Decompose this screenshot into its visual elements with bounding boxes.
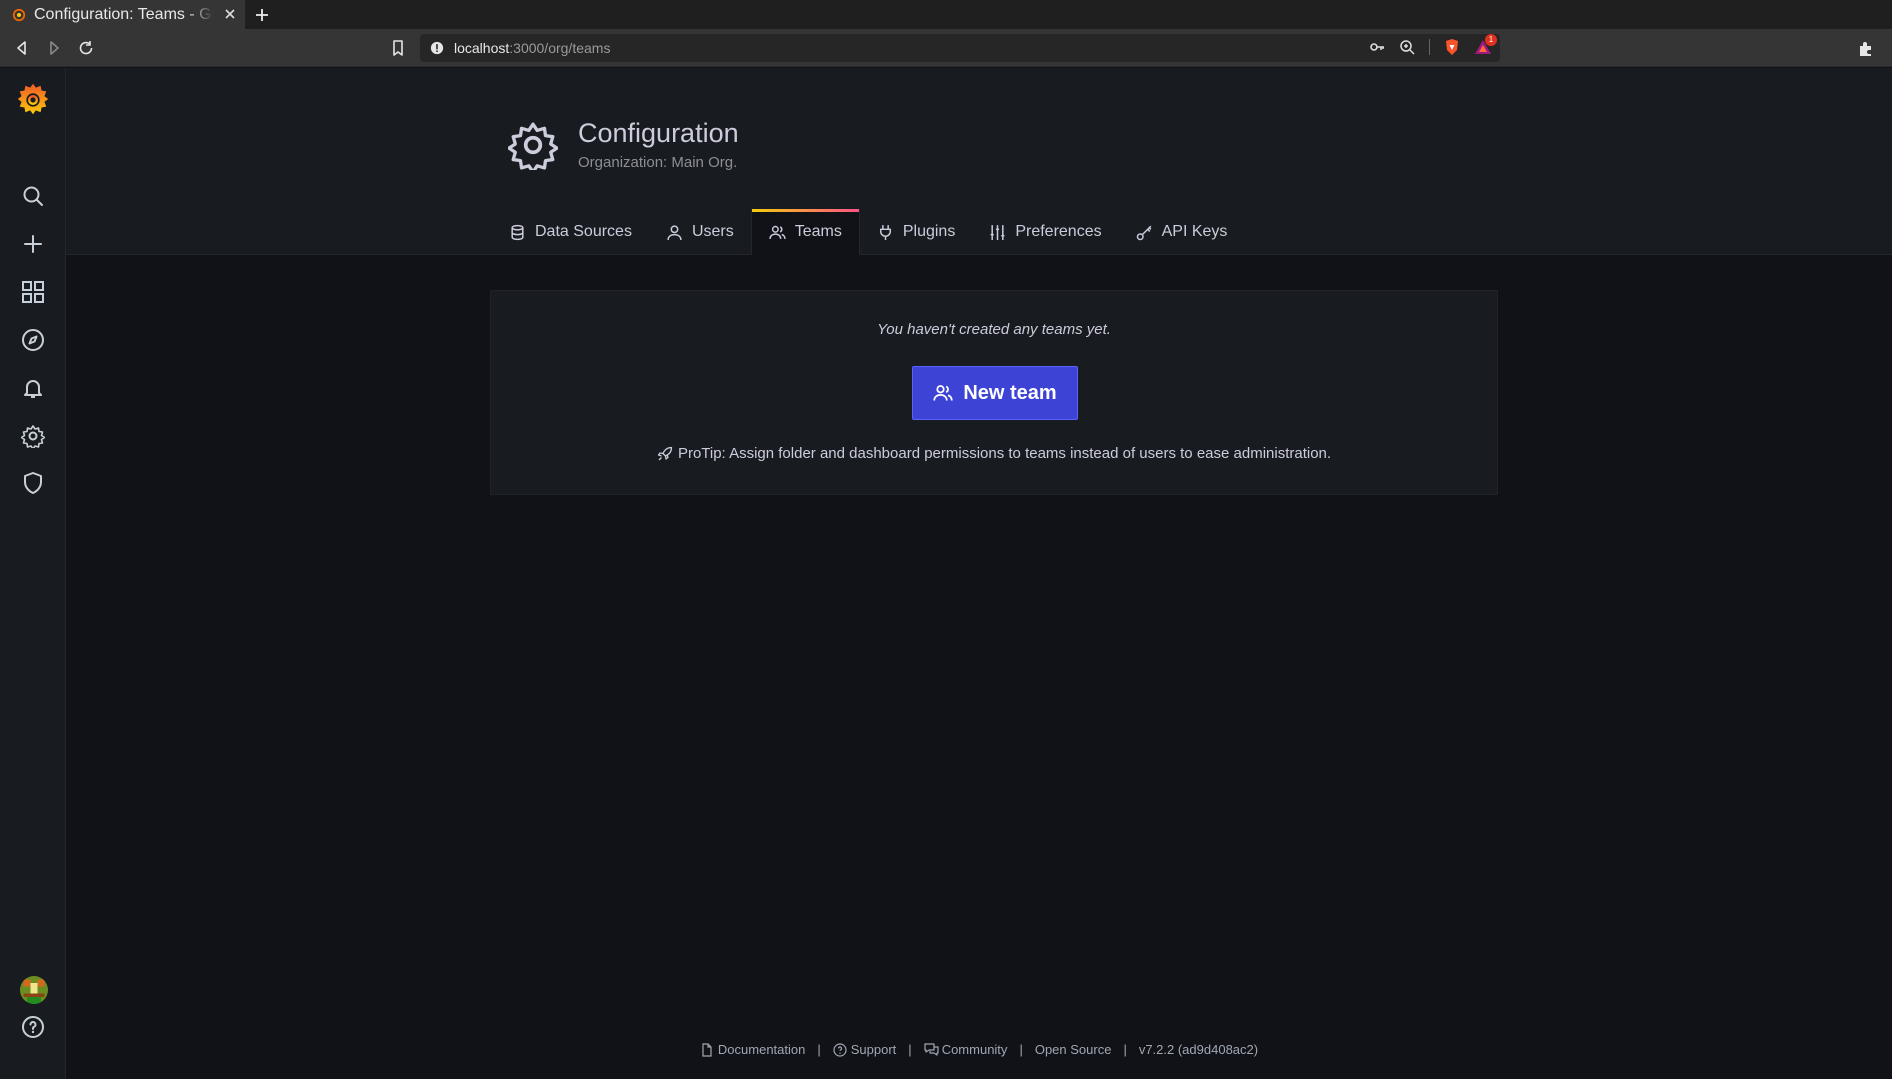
key-icon[interactable] — [1369, 39, 1385, 55]
footer: Documentation | Support | Community | Op… — [66, 1042, 1892, 1057]
sliders-icon — [989, 224, 1006, 241]
footer-open-source-link[interactable]: Open Source — [1035, 1042, 1112, 1057]
users-icon — [933, 383, 953, 403]
rocket-icon — [657, 446, 673, 462]
browser-tabstrip: Configuration: Teams - Grafana — [0, 0, 1892, 29]
footer-documentation-label: Documentation — [717, 1042, 806, 1057]
footer-separator: | — [908, 1042, 912, 1057]
footer-support-label: Support — [850, 1042, 897, 1057]
footer-documentation-link[interactable]: Documentation — [700, 1042, 805, 1057]
create-plus-icon[interactable] — [18, 229, 48, 259]
empty-message: You haven't created any teams yet. — [877, 321, 1111, 338]
protip: ProTip: Assign folder and dashboard perm… — [491, 445, 1497, 462]
tab-teams[interactable]: Teams — [750, 209, 860, 255]
address-bar[interactable]: localhost:3000/org/teams 1 — [420, 34, 1500, 62]
footer-separator: | — [1019, 1042, 1023, 1057]
configuration-header-gear-icon — [508, 120, 558, 170]
tab-label: Data Sources — [535, 223, 632, 240]
footer-version: v7.2.2 (ad9d408ac2) — [1139, 1042, 1258, 1057]
new-tab-icon[interactable] — [252, 5, 272, 25]
document-icon — [700, 1042, 714, 1057]
explore-compass-icon[interactable] — [18, 325, 48, 355]
url-text: localhost:3000/org/teams — [454, 40, 611, 56]
protip-text: ProTip: Assign folder and dashboard perm… — [677, 445, 1332, 462]
new-team-button[interactable]: New team — [912, 366, 1078, 420]
page-title: Configuration — [578, 118, 739, 148]
tab-preferences[interactable]: Preferences — [972, 209, 1118, 255]
grafana-logo-icon[interactable] — [14, 80, 52, 118]
tab-label: Plugins — [902, 223, 956, 240]
plug-icon — [877, 224, 894, 241]
tab-label: Teams — [794, 223, 842, 240]
server-admin-shield-icon[interactable] — [18, 468, 48, 498]
footer-community-label: Community — [941, 1042, 1008, 1057]
grafana-favicon-icon — [12, 8, 26, 22]
rewards-badge: 1 — [1485, 34, 1497, 46]
dashboards-icon[interactable] — [18, 277, 48, 307]
empty-list-cta: You haven't created any teams yet. New t… — [490, 290, 1498, 495]
site-info-icon[interactable] — [430, 41, 444, 55]
user-icon — [666, 224, 683, 241]
footer-support-link[interactable]: Support — [833, 1042, 897, 1057]
forward-icon[interactable] — [44, 38, 64, 58]
tab-data-sources[interactable]: Data Sources — [492, 209, 649, 255]
browser-tab-title: Configuration: Teams - Grafana — [34, 5, 214, 23]
footer-open-source-label: Open Source — [1034, 1042, 1112, 1057]
zoom-icon[interactable] — [1399, 39, 1415, 55]
tab-label: Users — [691, 223, 734, 240]
question-circle-icon — [833, 1042, 847, 1057]
key-icon — [1136, 224, 1153, 241]
extensions-icon[interactable] — [1856, 38, 1876, 58]
users-icon — [769, 224, 786, 241]
brave-shield-icon[interactable] — [1444, 38, 1460, 56]
new-team-label: New team — [963, 381, 1057, 404]
bookmark-icon[interactable] — [388, 38, 408, 58]
tab-users[interactable]: Users — [649, 209, 751, 255]
comments-icon — [924, 1042, 939, 1057]
browser-toolbar: localhost:3000/org/teams 1 — [0, 29, 1892, 67]
tab-plugins[interactable]: Plugins — [860, 209, 972, 255]
database-icon — [509, 224, 526, 241]
footer-version-label: v7.2.2 (ad9d408ac2) — [1138, 1042, 1259, 1057]
page-header: Configuration Organization: Main Org. Da… — [66, 68, 1892, 255]
brave-rewards-icon[interactable]: 1 — [1474, 34, 1497, 55]
alerting-bell-icon[interactable] — [18, 373, 48, 403]
help-icon[interactable] — [18, 1012, 48, 1042]
configuration-gear-icon[interactable] — [18, 421, 48, 451]
footer-separator: | — [817, 1042, 821, 1057]
config-tabs: Data Sources Users Teams Plugins Prefere… — [492, 209, 1244, 255]
search-icon[interactable] — [18, 181, 48, 211]
sidemenu — [0, 68, 66, 1079]
footer-separator: | — [1123, 1042, 1127, 1057]
user-avatar[interactable] — [20, 976, 48, 1004]
tab-label: API Keys — [1161, 223, 1228, 240]
close-tab-icon[interactable] — [221, 5, 239, 23]
reload-icon[interactable] — [76, 38, 96, 58]
footer-community-link[interactable]: Community — [924, 1042, 1008, 1057]
back-icon[interactable] — [12, 38, 32, 58]
tab-label: Preferences — [1015, 223, 1102, 240]
browser-tab[interactable]: Configuration: Teams - Grafana — [0, 0, 245, 29]
page-subtitle: Organization: Main Org. — [578, 154, 738, 171]
omnibox-divider — [1429, 39, 1430, 55]
tab-api-keys[interactable]: API Keys — [1119, 209, 1245, 255]
